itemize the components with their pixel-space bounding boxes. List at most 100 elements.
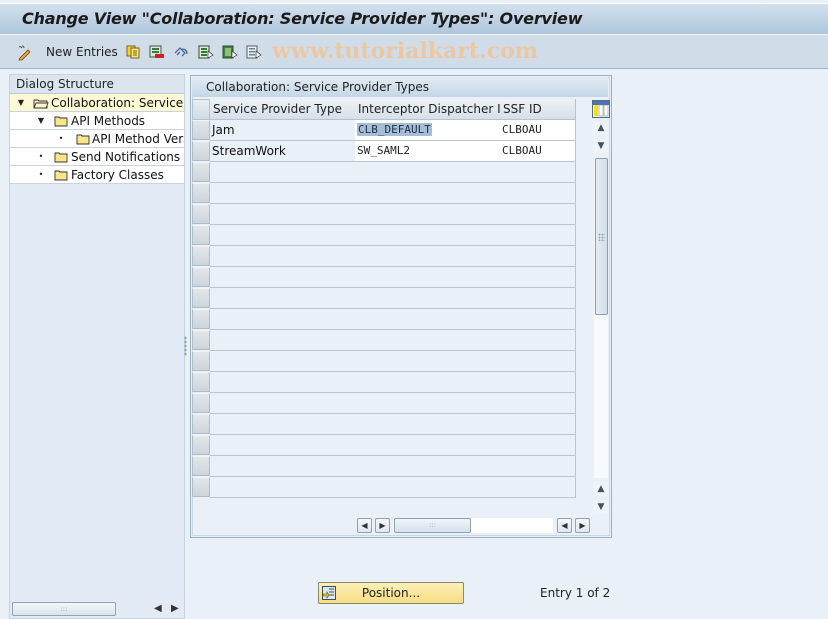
row-selector[interactable] — [192, 183, 210, 203]
row-selector[interactable] — [192, 204, 210, 224]
row-selector[interactable] — [192, 225, 210, 245]
empty-table-cell — [500, 414, 576, 435]
tree-item-send-notifications[interactable]: • Send Notifications — [10, 148, 184, 166]
hscroll-end-right-button[interactable]: ▶ — [575, 518, 590, 533]
hscroll-left-button[interactable]: ◀ — [357, 518, 372, 533]
page-down-button[interactable]: ▼ — [593, 500, 609, 514]
row-selector[interactable] — [192, 162, 210, 182]
new-entries-label: New Entries — [46, 45, 118, 59]
undo-icon — [173, 45, 188, 59]
empty-table-cell — [210, 309, 356, 330]
hscroll-right-button[interactable]: ▶ — [375, 518, 390, 533]
scroll-down-button[interactable]: ▼ — [593, 139, 609, 153]
leaf-bullet-icon: • — [38, 152, 44, 161]
row-selector[interactable] — [192, 120, 210, 140]
select-all-button[interactable] — [198, 43, 214, 61]
tree-item-collaboration-service-provider-types[interactable]: ▼ Collaboration: Service Provider Types — [10, 94, 184, 112]
tree-item-factory-classes[interactable]: • Factory Classes — [10, 166, 184, 184]
position-button[interactable]: Position... — [318, 582, 464, 604]
empty-table-cell — [500, 477, 576, 498]
folder-icon — [54, 116, 68, 127]
empty-table-cell — [500, 351, 576, 372]
empty-table-cell — [210, 435, 356, 456]
deselect-all-button[interactable] — [246, 43, 262, 61]
table-cell[interactable]: SW_SAML2 — [355, 141, 501, 162]
empty-table-cell — [500, 162, 576, 183]
column-header-interceptor-dispatcher-id[interactable]: Interceptor Dispatcher ID — [355, 99, 501, 120]
empty-table-cell — [210, 393, 356, 414]
select-all-rows-button[interactable] — [192, 99, 210, 120]
empty-table-cell — [500, 309, 576, 330]
empty-table-cell — [500, 330, 576, 351]
dialog-structure-header: Dialog Structure — [10, 75, 184, 94]
empty-table-cell — [355, 309, 501, 330]
row-selector[interactable] — [192, 351, 210, 371]
empty-table-cell — [355, 477, 501, 498]
row-selector[interactable] — [192, 330, 210, 350]
row-selector[interactable] — [192, 246, 210, 266]
edit-pencil-icon — [17, 45, 31, 61]
empty-table-cell — [210, 288, 356, 309]
table-cell[interactable]: StreamWork — [210, 141, 356, 162]
copy-button[interactable] — [126, 43, 140, 61]
tree-item-label: API Methods — [71, 114, 146, 128]
new-entries-button[interactable]: New Entries — [46, 43, 118, 61]
scroll-up-button[interactable]: ▲ — [593, 121, 609, 135]
page-up-button[interactable]: ▲ — [593, 482, 609, 496]
panel-splitter-handle[interactable] — [184, 336, 187, 356]
empty-table-cell — [210, 225, 356, 246]
expand-arrow-icon[interactable]: ▼ — [17, 94, 25, 111]
grip-icon — [598, 233, 605, 241]
tree-item-label: API Method Versions — [92, 132, 184, 146]
tree-item-api-method-versions[interactable]: • API Method Versions — [10, 130, 184, 148]
row-selector[interactable] — [192, 309, 210, 329]
delete-button[interactable] — [149, 43, 164, 61]
folder-icon — [54, 170, 68, 181]
column-header-service-provider-type[interactable]: Service Provider Type — [210, 99, 356, 120]
horizontal-scroll-thumb[interactable]: ::: — [394, 518, 471, 533]
toolbar-edit-button[interactable] — [17, 43, 31, 61]
table-cell[interactable]: CLB_DEFAULT — [355, 120, 501, 141]
row-selector[interactable] — [192, 435, 210, 455]
position-button-label: Position... — [361, 586, 421, 600]
dialog-structure-panel: Dialog Structure ▼ Collaboration: Servic… — [9, 74, 185, 619]
column-header-ssf-id[interactable]: SSF ID — [500, 99, 576, 120]
cell-value: CLBOAU — [502, 123, 542, 136]
scroll-right-arrow-icon[interactable]: ▶ — [171, 603, 179, 614]
select-all-icon — [198, 45, 214, 59]
row-selector[interactable] — [192, 267, 210, 287]
row-selector[interactable] — [192, 393, 210, 413]
row-selector[interactable] — [192, 414, 210, 434]
row-selector[interactable] — [192, 372, 210, 392]
table-cell[interactable]: CLBOAU — [500, 141, 576, 162]
left-panel-hscroll-thumb[interactable]: ::: — [12, 602, 116, 616]
title-bar: Change View "Collaboration: Service Prov… — [0, 3, 828, 35]
empty-table-cell — [355, 162, 501, 183]
scroll-left-arrow-icon[interactable]: ◀ — [154, 603, 162, 614]
hscroll-end-left-button[interactable]: ◀ — [557, 518, 572, 533]
entry-counter: Entry 1 of 2 — [540, 586, 611, 600]
select-block-button[interactable] — [222, 43, 238, 61]
empty-table-cell — [210, 267, 356, 288]
undo-button[interactable] — [173, 43, 188, 61]
row-selector[interactable] — [192, 477, 210, 497]
select-block-icon — [222, 45, 238, 59]
empty-table-cell — [500, 393, 576, 414]
empty-table-cell — [500, 183, 576, 204]
table-cell[interactable]: Jam — [210, 120, 356, 141]
deselect-all-icon — [246, 45, 262, 59]
empty-table-cell — [355, 351, 501, 372]
tree-item-api-methods[interactable]: ▼ API Methods — [10, 112, 184, 130]
empty-table-cell — [500, 456, 576, 477]
row-selector[interactable] — [192, 288, 210, 308]
row-selector[interactable] — [192, 456, 210, 476]
empty-table-cell — [355, 183, 501, 204]
empty-table-cell — [355, 372, 501, 393]
table-cell[interactable]: CLBOAU — [500, 120, 576, 141]
cell-value: CLB_DEFAULT — [357, 123, 432, 136]
column-settings-button[interactable] — [592, 100, 610, 118]
expand-arrow-icon[interactable]: ▼ — [37, 112, 45, 129]
position-icon — [322, 586, 336, 600]
row-selector[interactable] — [192, 141, 210, 161]
empty-table-cell — [210, 162, 356, 183]
